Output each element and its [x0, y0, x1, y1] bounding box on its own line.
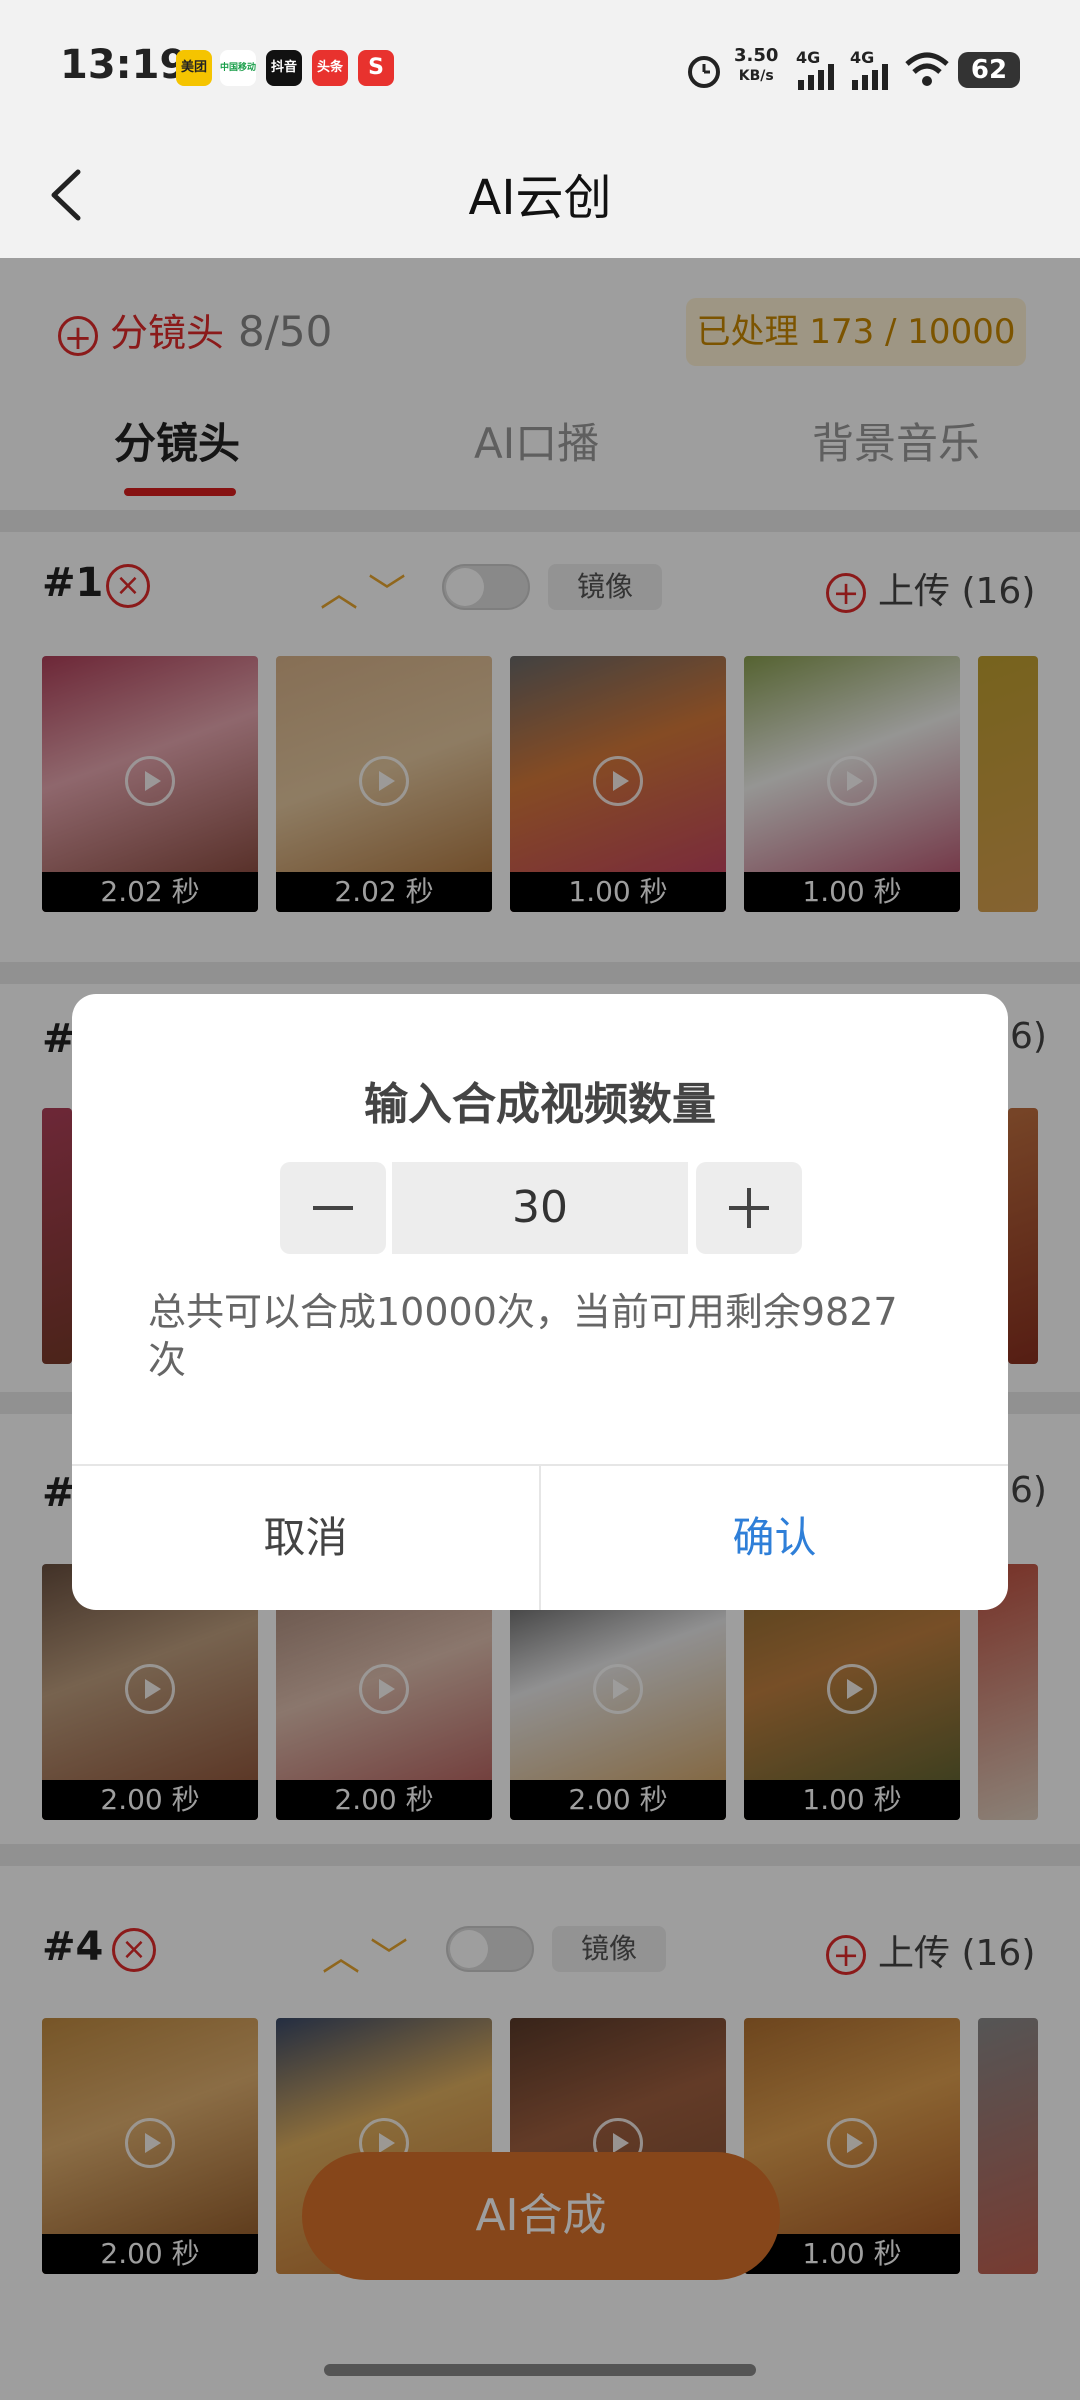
signal-bars-icon	[798, 64, 834, 90]
dialog-title: 输入合成视频数量	[364, 1079, 716, 1130]
meituan-app-icon: 美团	[176, 50, 212, 86]
china-mobile-app-icon: 中国移动	[220, 50, 256, 86]
battery-indicator: 62	[958, 52, 1020, 88]
increment-button[interactable]	[696, 1162, 802, 1254]
home-indicator[interactable]	[324, 2364, 756, 2376]
alarm-icon	[688, 56, 720, 88]
douyin-app-icon: 抖音	[266, 50, 302, 86]
s-app-icon: S	[358, 50, 394, 86]
decrement-button[interactable]	[280, 1162, 386, 1254]
page-title: AI云创	[468, 170, 612, 226]
confirm-button[interactable]: 确认	[541, 1466, 1008, 1610]
wifi-icon	[905, 52, 949, 86]
dialog-message: 总共可以合成10000次，当前可用剩余9827次	[148, 1290, 898, 1382]
count-input[interactable]: 30	[392, 1162, 688, 1254]
network-speed: 3.50 KB/s	[734, 45, 779, 85]
toutiao-app-icon: 头条	[312, 50, 348, 86]
clock: 13:19	[60, 42, 188, 88]
signal-bars-icon-2	[852, 64, 888, 90]
cancel-button[interactable]: 取消	[72, 1466, 539, 1610]
